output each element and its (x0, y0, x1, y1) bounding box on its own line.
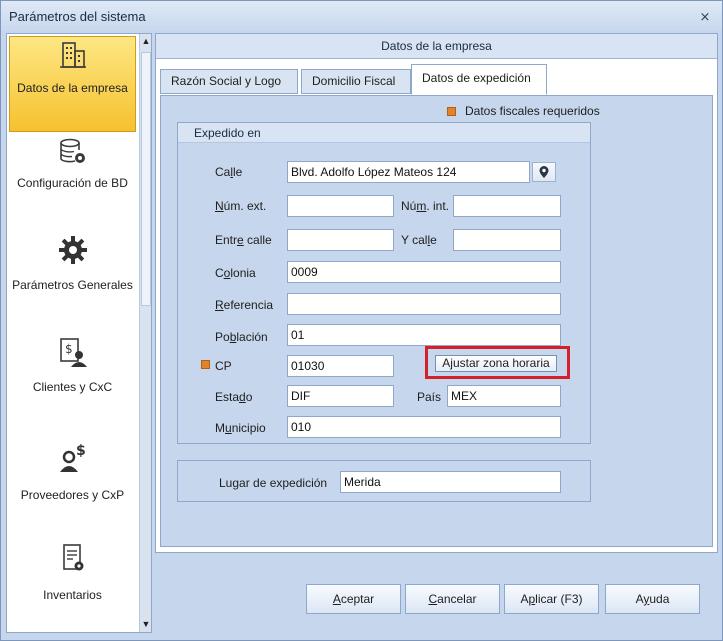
sidebar-item-label: Inventarios (43, 588, 102, 602)
gear-icon (58, 236, 87, 264)
inventory-icon (62, 544, 83, 571)
map-pin-icon (539, 166, 549, 178)
tab-razon-social[interactable]: Razón Social y Logo (160, 69, 298, 94)
cp-field[interactable]: 01030 (287, 355, 394, 377)
cp-label: CP (215, 359, 232, 373)
estado-field[interactable]: DIF (287, 385, 394, 407)
close-icon[interactable]: ⨯ (698, 10, 712, 24)
group-title: Expedido en (178, 123, 590, 143)
municipio-field[interactable]: 010 (287, 416, 561, 438)
tab-datos-expedicion[interactable]: Datos de expedición (411, 64, 547, 95)
y-calle-field[interactable] (453, 229, 561, 251)
pais-label: País (417, 390, 442, 404)
aceptar-button[interactable]: Aceptar (306, 584, 401, 614)
calle-field[interactable]: Blvd. Adolfo López Mateos 124 (287, 161, 530, 183)
referencia-label: Referencia (215, 298, 274, 312)
num-ext-field[interactable] (287, 195, 394, 217)
referencia-field[interactable] (287, 293, 561, 315)
colonia-field[interactable]: 0009 (287, 261, 561, 283)
sidebar-scrollbar[interactable]: ▲ ▼ (139, 34, 151, 632)
municipio-label: Municipio (215, 421, 266, 435)
sidebar-item-label: Configuración de BD (17, 176, 128, 190)
sidebar-item-clientes-cxc[interactable]: $ Clientes y CxC (9, 336, 136, 400)
window-title: Parámetros del sistema (9, 9, 146, 24)
estado-label: Estado (215, 390, 253, 404)
sidebar-item-datos-empresa[interactable]: Datos de la empresa (9, 36, 136, 132)
ajustar-zona-highlight: Ajustar zona horaria (425, 346, 570, 379)
svg-text:$: $ (76, 443, 86, 459)
scroll-up-icon[interactable]: ▲ (141, 35, 151, 47)
map-pin-button[interactable] (532, 162, 556, 182)
num-ext-label: Núm. ext. (215, 199, 267, 213)
lugar-expedicion-field[interactable]: Merida (340, 471, 561, 493)
tab-domicilio-fiscal[interactable]: Domicilio Fiscal (301, 69, 411, 94)
sidebar-item-inventarios[interactable]: Inventarios (9, 542, 136, 606)
legend-label: Datos fiscales requeridos (465, 104, 600, 118)
system-parameters-window: Parámetros del sistema ⨯ Datos de la emp… (0, 0, 723, 641)
entre-calle-field[interactable] (287, 229, 394, 251)
panel-header: Datos de la empresa (156, 34, 717, 59)
sidebar-item-label: Datos de la empresa (17, 81, 128, 95)
sidebar-item-label: Parámetros Generales (12, 278, 133, 292)
required-marker-icon (447, 107, 456, 116)
sidebar-item-proveedores-cxp[interactable]: $ Proveedores y CxP (9, 442, 136, 506)
building-icon (59, 42, 86, 68)
title-bar: Parámetros del sistema ⨯ (1, 1, 722, 31)
scroll-thumb[interactable] (141, 52, 151, 306)
num-int-field[interactable] (453, 195, 561, 217)
calle-label: Calle (215, 165, 243, 179)
svg-text:$: $ (65, 342, 73, 356)
ayuda-button[interactable]: Ayuda (605, 584, 700, 614)
supplier-money-icon: $ (59, 443, 86, 472)
y-calle-label: Y calle (401, 233, 437, 247)
poblacion-field[interactable]: 01 (287, 324, 561, 346)
cancelar-button[interactable]: Cancelar (405, 584, 500, 614)
scroll-down-icon[interactable]: ▼ (141, 618, 151, 630)
sidebar: Datos de la empresa Configuración de BD (6, 33, 152, 633)
sidebar-item-label: Proveedores y CxP (20, 488, 125, 502)
ajustar-zona-horaria-button[interactable]: Ajustar zona horaria (435, 355, 557, 372)
sidebar-item-configuracion-bd[interactable]: Configuración de BD (9, 136, 136, 196)
aplicar-button[interactable]: Aplicar (F3) (504, 584, 599, 614)
pais-field[interactable]: MEX (447, 385, 561, 407)
sidebar-item-label: Clientes y CxC (32, 380, 113, 394)
poblacion-label: Población (215, 330, 268, 344)
num-int-label: Núm. int. (401, 199, 450, 213)
database-gear-icon (59, 138, 85, 163)
entre-calle-label: Entre calle (215, 233, 272, 247)
colonia-label: Colonia (215, 266, 256, 280)
required-legend: Datos fiscales requeridos (447, 104, 600, 118)
lugar-expedicion-label: Lugar de expedición (219, 476, 328, 490)
sidebar-item-parametros-generales[interactable]: Parámetros Generales (9, 234, 136, 314)
required-marker-icon (201, 360, 210, 369)
clients-money-icon: $ (59, 338, 87, 367)
